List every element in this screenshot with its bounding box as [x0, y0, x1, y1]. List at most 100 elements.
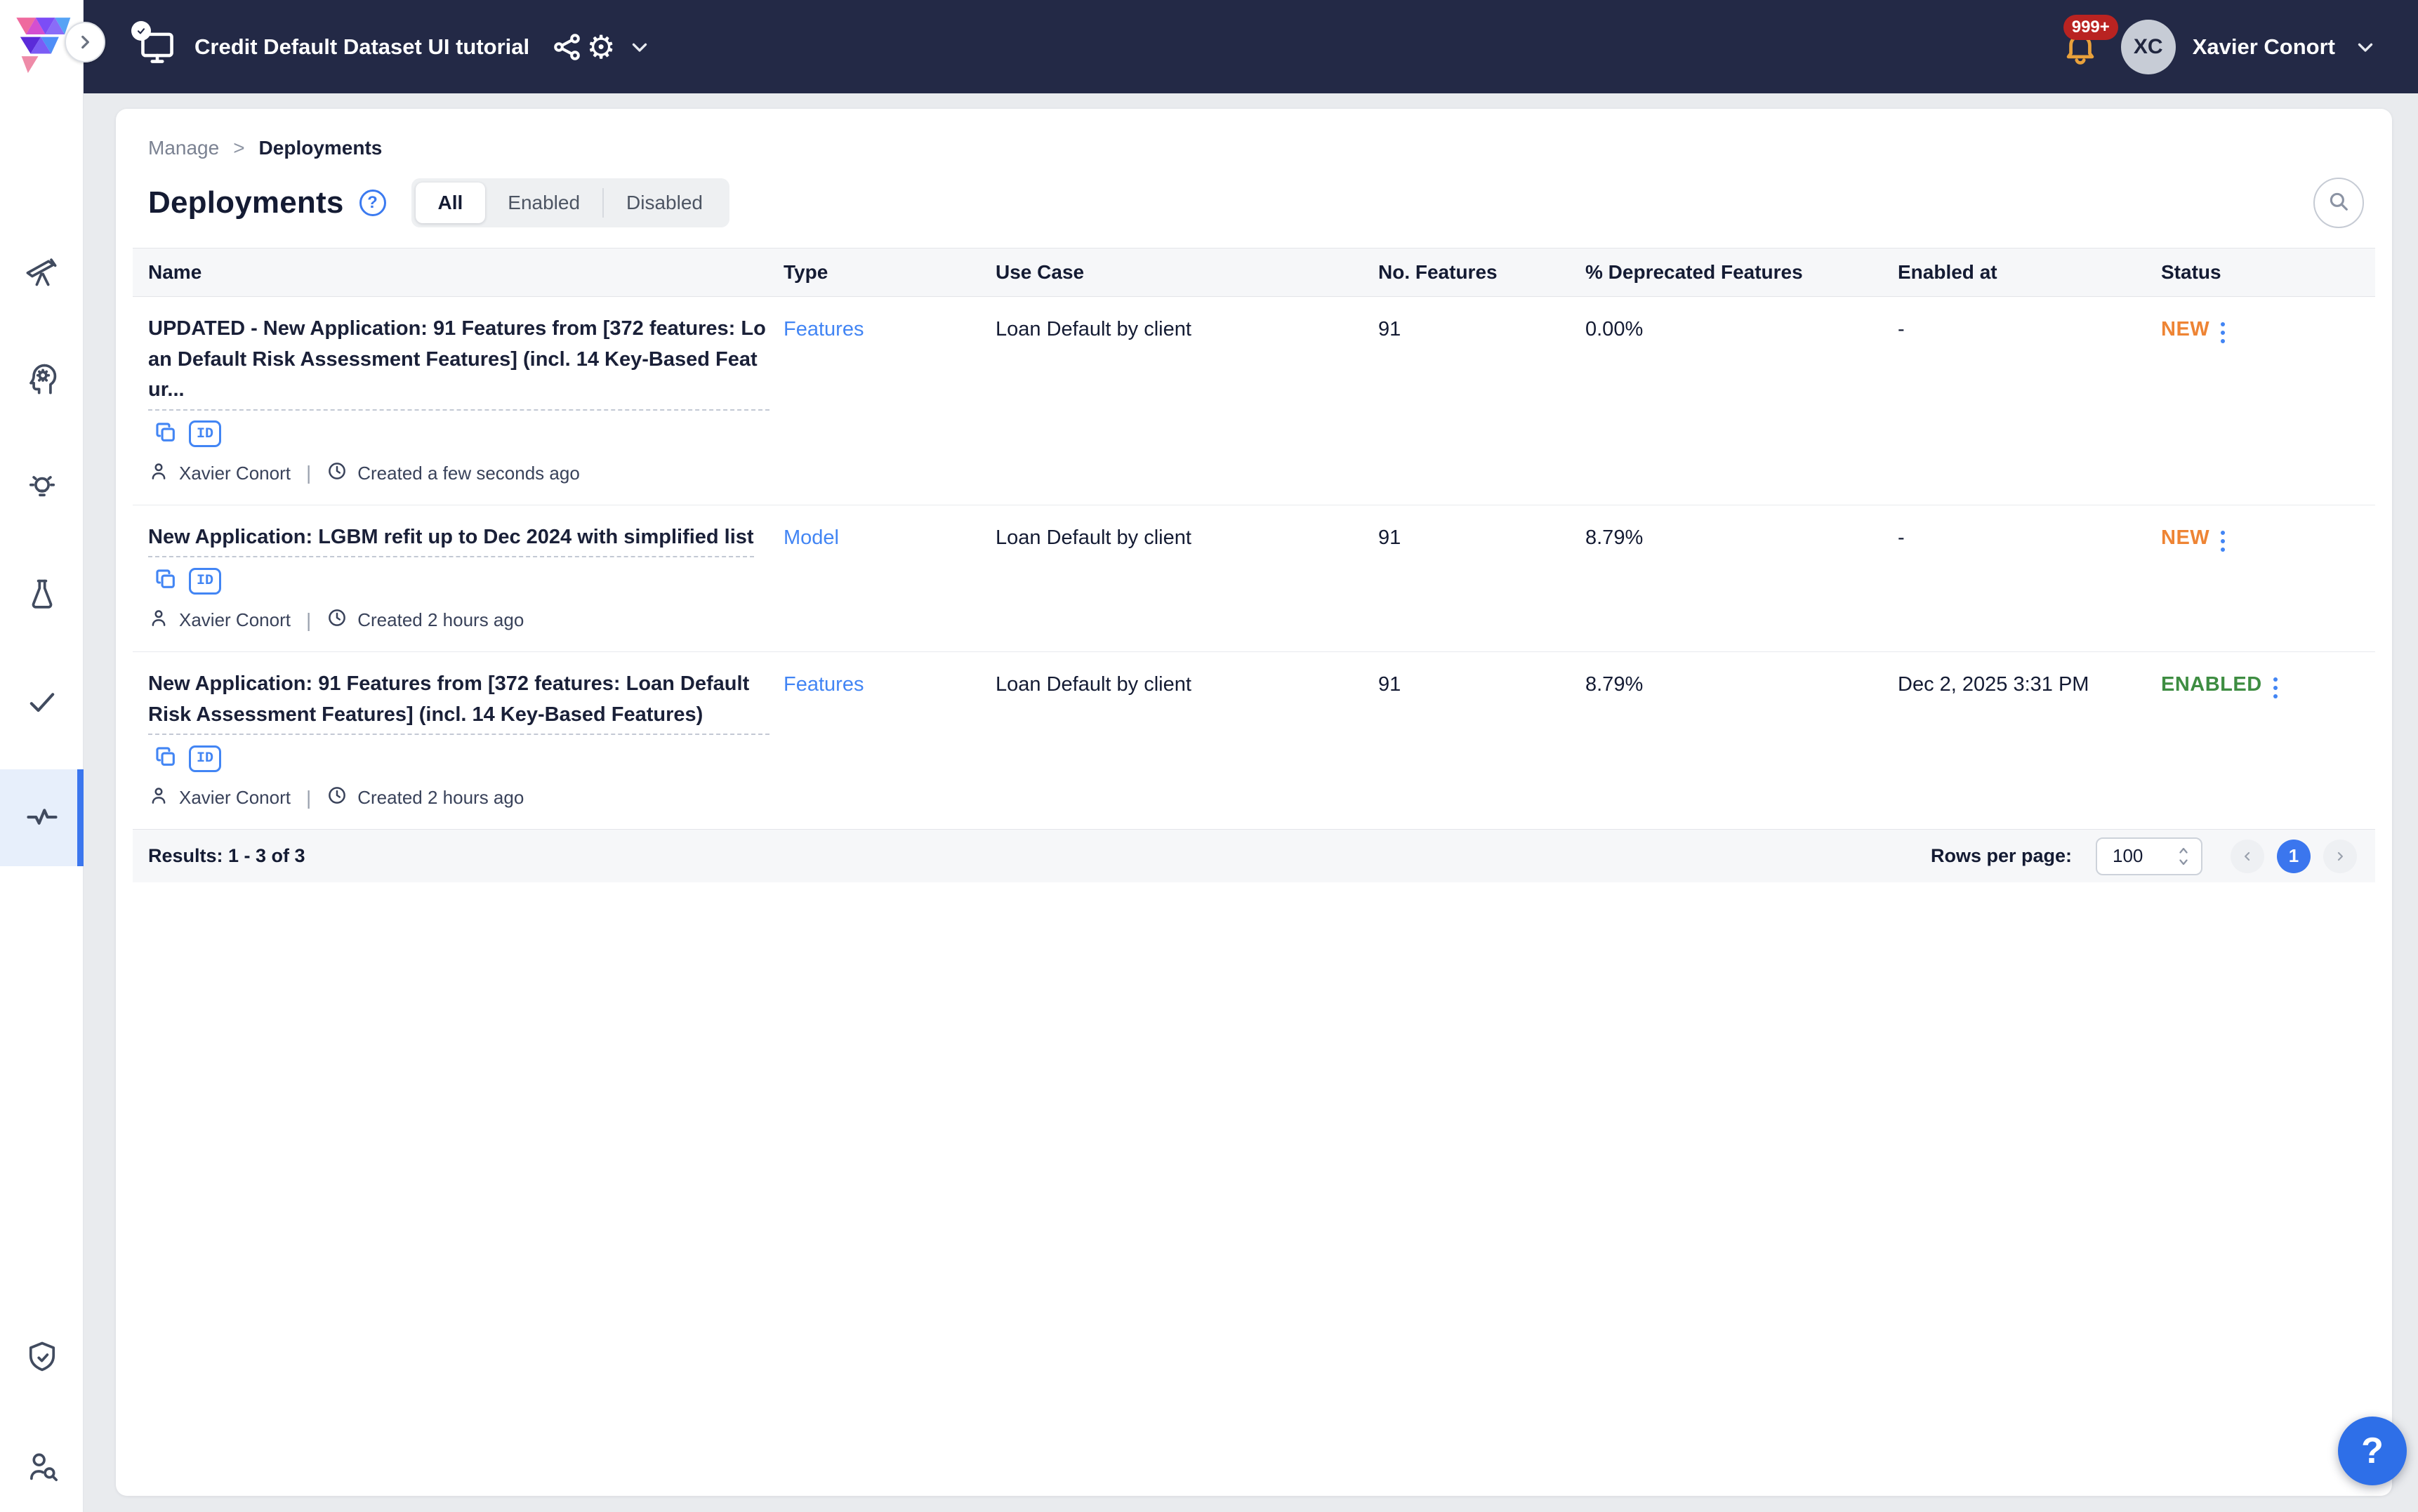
- row-owner: Xavier Conort: [179, 609, 291, 631]
- no-features-cell: 91: [1378, 314, 1585, 486]
- copy-id-icon[interactable]: ID: [189, 568, 221, 595]
- enabled-at-cell: -: [1898, 522, 2161, 634]
- no-features-cell: 91: [1378, 669, 1585, 811]
- topbar: Credit Default Dataset UI tutorial ⚙ 999…: [84, 0, 2418, 93]
- deployment-name[interactable]: UPDATED - New Application: 91 Features f…: [148, 314, 769, 411]
- table-row: New Application: 91 Features from [372 f…: [133, 652, 2375, 829]
- check-icon: [24, 683, 60, 723]
- title-row: Deployments ? All Enabled Disabled: [148, 178, 2364, 228]
- share-icon[interactable]: [550, 30, 584, 64]
- status-filter-tabs: All Enabled Disabled: [411, 178, 730, 227]
- sidebar-item-user-management[interactable]: [0, 1431, 84, 1504]
- row-actions-kebab-icon[interactable]: [2221, 318, 2225, 343]
- flask-icon: [24, 576, 60, 616]
- rows-per-page-label: Rows per page:: [1931, 845, 2072, 867]
- status-badge: ENABLED: [2161, 673, 2262, 696]
- sidebar-item-explore[interactable]: [0, 237, 84, 310]
- help-icon[interactable]: ?: [359, 190, 386, 216]
- rows-per-page-select[interactable]: 100: [2096, 837, 2202, 875]
- row-created: Created 2 hours ago: [357, 787, 524, 809]
- sidebar-item-deployments[interactable]: [0, 769, 84, 866]
- sidebar-item-ai-insights[interactable]: [0, 343, 84, 416]
- tab-all[interactable]: All: [416, 183, 486, 223]
- row-actions-kebab-icon[interactable]: [2221, 526, 2225, 552]
- deprecated-cell: 8.79%: [1585, 522, 1898, 634]
- breadcrumb-separator: >: [233, 137, 244, 159]
- copy-name-icon[interactable]: [154, 567, 178, 595]
- column-header-enabled-at: Enabled at: [1898, 261, 2161, 284]
- search-icon: [2327, 190, 2351, 217]
- content-card: Manage > Deployments Deployments ? All E…: [116, 109, 2392, 1496]
- lightbulb-icon: [24, 469, 60, 509]
- enabled-at-cell: -: [1898, 314, 2161, 486]
- table-header-row: Name Type Use Case No. Features % Deprec…: [133, 248, 2375, 297]
- search-button[interactable]: [2313, 178, 2364, 228]
- catalog-chevron-down-icon[interactable]: [628, 35, 652, 59]
- person-icon: [148, 460, 169, 486]
- sidebar-item-experiments[interactable]: [0, 559, 84, 632]
- person-icon: [148, 607, 169, 633]
- deprecated-cell: 8.79%: [1585, 669, 1898, 811]
- status-badge: NEW: [2161, 526, 2209, 550]
- no-features-cell: 91: [1378, 522, 1585, 634]
- person-icon: [148, 785, 169, 811]
- use-case-cell: Loan Default by client: [996, 669, 1378, 811]
- notifications-bell-icon[interactable]: 999+: [2062, 27, 2099, 67]
- copy-name-icon[interactable]: [154, 420, 178, 448]
- app-logo[interactable]: [11, 11, 73, 79]
- use-case-cell: Loan Default by client: [996, 314, 1378, 486]
- meta-divider: |: [300, 609, 317, 632]
- column-header-deprecated: % Deprecated Features: [1585, 261, 1898, 284]
- select-updown-chevrons-icon: [2176, 844, 2191, 868]
- help-fab-button[interactable]: ?: [2338, 1417, 2407, 1485]
- catalog-monitor-icon: [137, 27, 178, 67]
- copy-name-icon[interactable]: [154, 745, 178, 772]
- column-header-type: Type: [784, 261, 996, 284]
- results-count: Results: 1 - 3 of 3: [148, 845, 305, 867]
- deployment-name[interactable]: New Application: LGBM refit up to Dec 20…: [148, 522, 754, 558]
- user-name[interactable]: Xavier Conort: [2193, 34, 2335, 60]
- column-header-use-case: Use Case: [996, 261, 1378, 284]
- clock-icon: [326, 785, 348, 811]
- type-link[interactable]: Features: [784, 318, 864, 340]
- column-header-status: Status: [2161, 261, 2375, 284]
- user-search-icon: [24, 1447, 60, 1487]
- activity-icon: [24, 798, 60, 838]
- user-menu-chevron-down-icon[interactable]: [2353, 35, 2377, 59]
- sidebar-expand-button[interactable]: [65, 22, 105, 62]
- pagination: 1: [2231, 840, 2357, 873]
- sidebar-item-ideas[interactable]: [0, 452, 84, 525]
- page-title: Deployments: [148, 185, 344, 220]
- user-avatar[interactable]: XC: [2121, 20, 2176, 74]
- row-actions-kebab-icon[interactable]: [2273, 673, 2278, 698]
- current-page-button[interactable]: 1: [2277, 840, 2311, 873]
- gear-icon[interactable]: ⚙: [584, 30, 618, 64]
- tab-disabled[interactable]: Disabled: [604, 183, 725, 223]
- sidebar: [0, 0, 84, 1512]
- type-link[interactable]: Model: [784, 526, 839, 549]
- use-case-cell: Loan Default by client: [996, 522, 1378, 634]
- previous-page-button[interactable]: [2231, 840, 2264, 873]
- rows-per-page-value: 100: [2113, 845, 2143, 867]
- status-badge: NEW: [2161, 318, 2209, 341]
- row-created: Created 2 hours ago: [357, 609, 524, 631]
- next-page-button[interactable]: [2323, 840, 2357, 873]
- sidebar-item-approvals[interactable]: [0, 666, 84, 739]
- deployments-table: Name Type Use Case No. Features % Deprec…: [133, 248, 2375, 829]
- enabled-at-cell: Dec 2, 2025 3:31 PM: [1898, 669, 2161, 811]
- telescope-icon: [24, 253, 60, 293]
- tab-enabled[interactable]: Enabled: [485, 183, 602, 223]
- table-row: New Application: LGBM refit up to Dec 20…: [133, 505, 2375, 653]
- breadcrumb-manage[interactable]: Manage: [148, 137, 219, 159]
- copy-id-icon[interactable]: ID: [189, 420, 221, 447]
- type-link[interactable]: Features: [784, 673, 864, 696]
- row-created: Created a few seconds ago: [357, 463, 580, 484]
- deployment-name[interactable]: New Application: 91 Features from [372 f…: [148, 669, 769, 735]
- sidebar-item-governance[interactable]: [0, 1322, 84, 1395]
- clock-icon: [326, 607, 348, 633]
- meta-divider: |: [300, 462, 317, 484]
- column-header-name: Name: [133, 261, 784, 284]
- copy-id-icon[interactable]: ID: [189, 745, 221, 772]
- meta-divider: |: [300, 787, 317, 809]
- catalog-check-badge-icon: [131, 21, 151, 41]
